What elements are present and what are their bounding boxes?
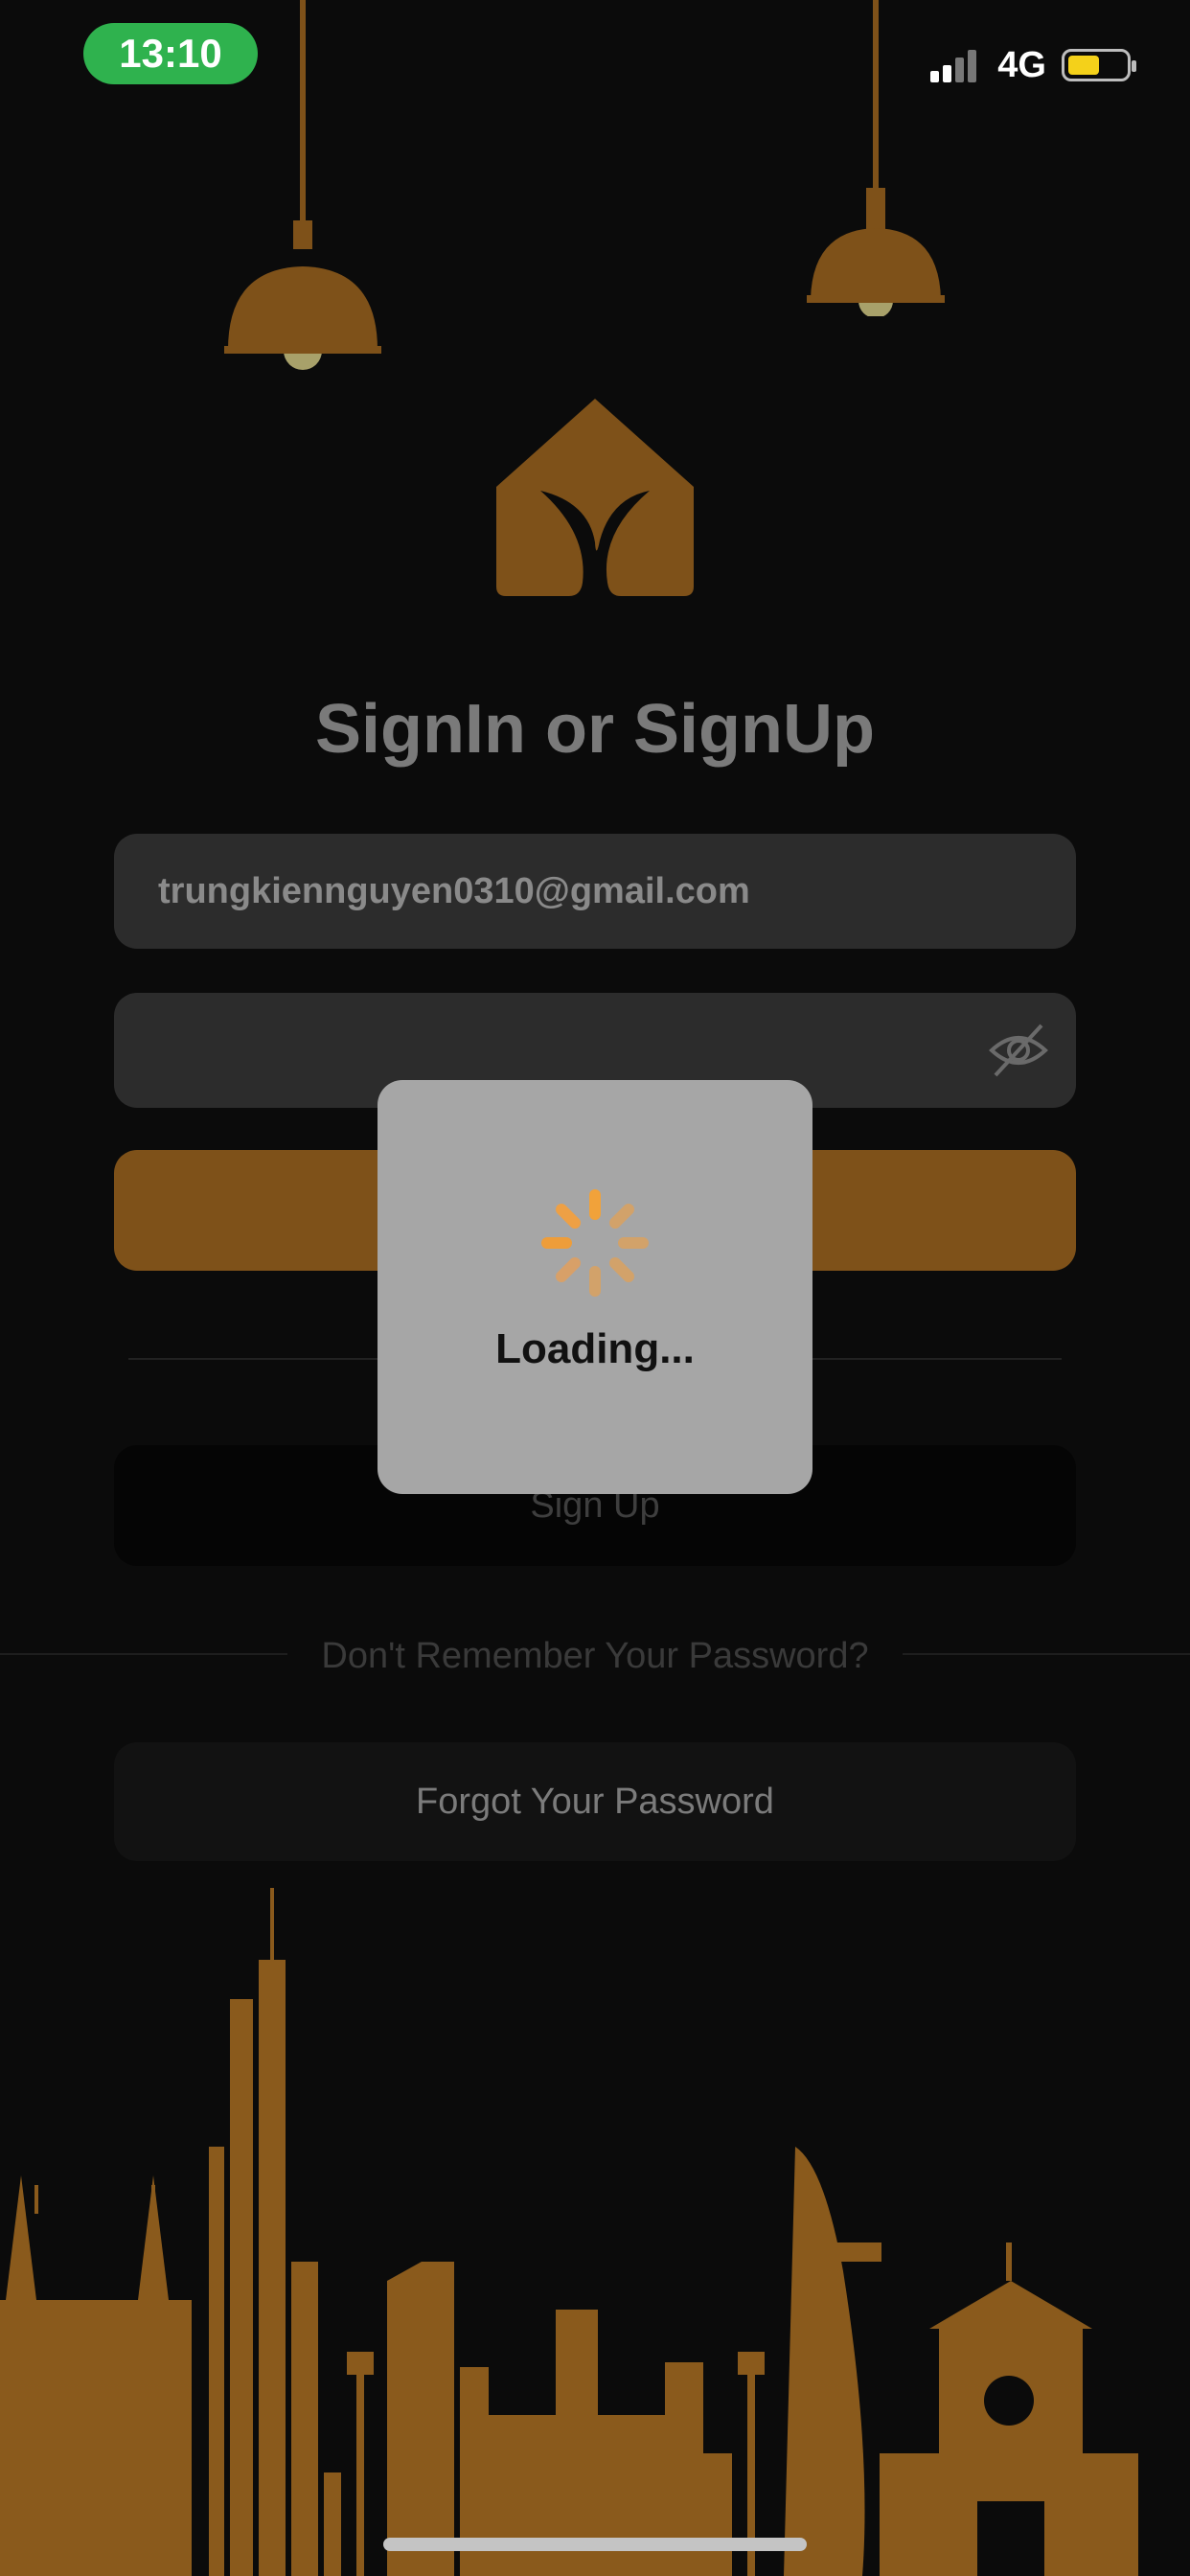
battery-icon bbox=[1062, 49, 1136, 81]
eye-off-icon[interactable] bbox=[988, 1020, 1049, 1081]
divider-left bbox=[0, 1653, 287, 1655]
email-field[interactable]: trungkiennguyen0310@gmail.com bbox=[114, 834, 1076, 949]
loading-text: Loading... bbox=[495, 1325, 695, 1372]
home-indicator bbox=[383, 2538, 807, 2551]
city-skyline-illustration bbox=[0, 1888, 1138, 2576]
forgot-password-button[interactable]: Forgot Your Password bbox=[114, 1742, 1076, 1861]
network-type: 4G bbox=[997, 44, 1046, 85]
lamp-right-decoration bbox=[807, 0, 945, 316]
email-value: trungkiennguyen0310@gmail.com bbox=[158, 871, 750, 911]
forgot-prompt: Don't Remember Your Password? bbox=[321, 1636, 869, 1676]
lamp-left-decoration bbox=[224, 0, 381, 370]
page-title: SignIn or SignUp bbox=[315, 691, 875, 768]
divider-right bbox=[903, 1653, 1190, 1655]
house-leaf-logo bbox=[496, 399, 694, 596]
spinner-icon bbox=[541, 1189, 649, 1297]
loading-dialog: Loading... bbox=[378, 1080, 812, 1494]
status-right: 4G bbox=[928, 38, 1136, 92]
